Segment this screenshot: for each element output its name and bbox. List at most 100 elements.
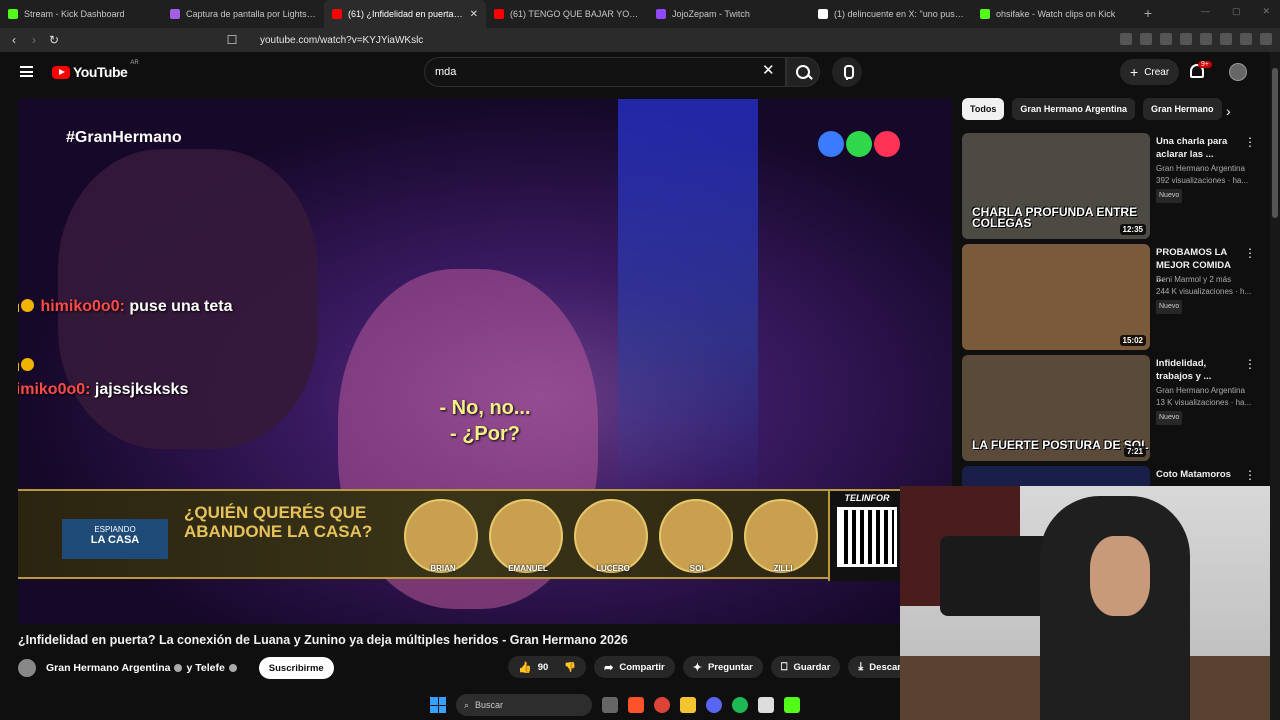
discord-icon[interactable] <box>706 697 722 713</box>
scrollbar-thumb[interactable] <box>1272 68 1278 218</box>
back-icon[interactable]: ‹ <box>4 33 24 47</box>
more-options-icon[interactable]: ⋮ <box>1244 468 1256 482</box>
x-favicon-icon <box>818 9 828 19</box>
tab-label: Stream - Kick Dashboard <box>24 9 125 19</box>
forward-icon[interactable]: › <box>24 33 44 47</box>
extension-icon[interactable] <box>1180 33 1192 45</box>
candidate-name: EMANUEL <box>508 564 548 573</box>
reload-icon[interactable]: ↻ <box>44 33 64 47</box>
browser-tab[interactable]: (61) TENGO QUE BAJAR YO A ARREG <box>486 0 648 28</box>
recommended-video[interactable]: CHARLA PROFUNDA ENTRE COLEGAS 12:35 Una … <box>962 133 1258 239</box>
page-scrollbar[interactable] <box>1270 52 1280 720</box>
voice-search-button[interactable] <box>832 57 862 87</box>
video-thumbnail[interactable]: LA FUERTE POSTURA DE SOL 7:21 <box>962 355 1150 461</box>
rec-title[interactable]: Coto Matamoros <box>1156 468 1240 481</box>
maximize-icon[interactable]: ▢ <box>1232 6 1241 17</box>
video-duration: 7:21 <box>1123 446 1146 457</box>
hamburger-menu-icon[interactable] <box>20 66 33 77</box>
extension-icon[interactable] <box>1240 33 1252 45</box>
window-controls: — ▢ ✕ <box>1201 6 1270 17</box>
crown-icon <box>18 301 19 312</box>
chip-gran-hermano[interactable]: Gran Hermano <box>1143 98 1222 120</box>
brave-icon[interactable] <box>628 697 644 713</box>
save-label: Guardar <box>793 661 831 673</box>
extension-icon[interactable] <box>1220 33 1232 45</box>
kick-icon[interactable] <box>784 697 800 713</box>
browser-tab-active[interactable]: (61) ¿Infidelidad en puerta? La c ✕ <box>324 0 486 28</box>
rec-title[interactable]: Infidelidad, trabajos y ... <box>1156 357 1240 383</box>
subtitle-line: - No, no... <box>439 397 531 419</box>
youtube-logo[interactable]: YouTube AR <box>52 60 139 80</box>
capcut-icon[interactable] <box>758 697 774 713</box>
like-button[interactable]: 👍 90 👎 <box>508 656 587 678</box>
ask-button[interactable]: ✦ Preguntar <box>682 656 763 678</box>
thumbs-down-icon[interactable]: 👎 <box>564 662 576 673</box>
sub-badge-icon <box>21 358 34 371</box>
url-field[interactable]: youtube.com/watch?v=KYJYiaWKslc <box>260 35 423 46</box>
browser-tab[interactable]: ohsifake - Watch clips on Kick <box>972 0 1134 28</box>
windows-start-icon[interactable] <box>430 697 446 713</box>
chat-message: himiko0o0: jajssjksksks <box>18 354 266 402</box>
spotify-icon[interactable] <box>732 697 748 713</box>
create-button[interactable]: + Crear <box>1120 59 1180 85</box>
account-avatar[interactable] <box>1229 63 1247 81</box>
video-hashtag: #GranHermano <box>66 129 182 146</box>
clear-search-icon[interactable]: ✕ <box>762 63 775 78</box>
minimize-icon[interactable]: — <box>1201 6 1210 17</box>
channel-name[interactable]: Gran Hermano Argentina <box>46 662 170 674</box>
search-input[interactable] <box>435 66 735 78</box>
rec-title[interactable]: Una charla para aclarar las ... <box>1156 135 1240 161</box>
webcam-frame <box>1090 536 1150 616</box>
more-options-icon[interactable]: ⋮ <box>1244 246 1256 260</box>
rec-channel[interactable]: Beni Marmol y 2 más <box>1156 274 1256 286</box>
chevron-right-icon[interactable]: › <box>1226 103 1231 119</box>
browser-tab[interactable]: Stream - Kick Dashboard <box>0 0 162 28</box>
recommended-video[interactable]: 15:02 PROBAMOS LA MEJOR COMIDA ... Beni … <box>962 244 1258 350</box>
taskbar-search[interactable]: ⌕ Buscar <box>456 694 592 716</box>
subscribe-button[interactable]: Suscribirme <box>258 657 334 679</box>
share-button[interactable]: ➦ Compartir <box>594 656 675 678</box>
file-explorer-icon[interactable] <box>680 697 696 713</box>
video-thumbnail[interactable]: 15:02 <box>962 244 1150 350</box>
new-tab-button[interactable]: + <box>1138 4 1158 24</box>
rec-channel[interactable]: Gran Hermano Argentina <box>1156 385 1256 397</box>
more-options-icon[interactable]: ⋮ <box>1244 135 1256 149</box>
browser-tab[interactable]: Captura de pantalla por Lightshot <box>162 0 324 28</box>
chip-all[interactable]: Todos <box>962 98 1005 120</box>
share-label: Compartir <box>619 661 665 673</box>
chrome-icon[interactable] <box>654 697 670 713</box>
video-thumbnail[interactable]: CHARLA PROFUNDA ENTRE COLEGAS 12:35 <box>962 133 1150 239</box>
rec-meta: Gran Hermano Argentina 13 K visualizacio… <box>1156 385 1256 425</box>
recommended-video[interactable]: LA FUERTE POSTURA DE SOL 7:21 Infidelida… <box>962 355 1258 461</box>
kick-favicon-icon <box>980 9 990 19</box>
close-window-icon[interactable]: ✕ <box>1262 6 1270 17</box>
search-icon: ⌕ <box>464 699 470 710</box>
recommended-video[interactable]: Coto Matamoros ⋮ <box>962 466 1258 486</box>
extension-icon[interactable] <box>1200 33 1212 45</box>
chat-text: jajssjksksks <box>94 381 189 398</box>
menu-icon[interactable] <box>1260 33 1272 45</box>
twitch-favicon-icon <box>656 9 666 19</box>
rec-channel[interactable]: Gran Hermano Argentina <box>1156 163 1256 175</box>
verified-icon <box>228 664 237 672</box>
extension-icon[interactable] <box>1120 33 1132 45</box>
chat-message: himiko0o0: puse una teta <box>18 295 266 319</box>
extension-icon[interactable] <box>1140 33 1152 45</box>
more-options-icon[interactable]: ⋮ <box>1244 357 1256 371</box>
youtube-favicon-icon <box>494 9 504 19</box>
search-button[interactable] <box>786 57 820 87</box>
extension-icon[interactable] <box>1160 33 1172 45</box>
browser-tab[interactable]: JojoZepam - Twitch <box>648 0 810 28</box>
video-player[interactable]: #GranHermano himiko0o0: puse una teta hi… <box>18 99 952 624</box>
qr-code-icon <box>837 507 897 567</box>
task-view-icon[interactable] <box>602 697 618 713</box>
close-tab-icon[interactable]: ✕ <box>470 9 478 20</box>
bookmark-icon[interactable]: ☐ <box>222 33 242 47</box>
browser-tab[interactable]: (1) delincuente en X: "uno puso que <box>810 0 972 28</box>
tab-label: JojoZepam - Twitch <box>672 9 750 19</box>
collab-channel[interactable]: y Telefe <box>186 662 224 674</box>
save-button[interactable]: ⎕ Guardar <box>770 656 841 678</box>
video-thumbnail[interactable] <box>962 466 1150 486</box>
chip-gran-hermano-argentina[interactable]: Gran Hermano Argentina <box>1012 98 1136 120</box>
channel-avatar[interactable] <box>18 659 36 677</box>
